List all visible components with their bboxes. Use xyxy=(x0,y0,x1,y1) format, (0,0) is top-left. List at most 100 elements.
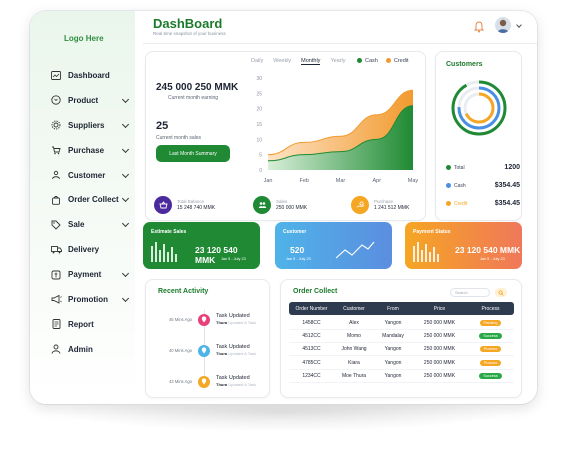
overview-card: 245 000 250 MMK Current month earning 25… xyxy=(145,51,426,221)
customers-title: Customers xyxy=(446,61,483,68)
total-label: Total xyxy=(454,164,465,171)
x-tick-label: Mar xyxy=(336,178,346,184)
megaphone-icon xyxy=(50,294,62,305)
chevron-down-icon[interactable] xyxy=(121,170,130,178)
column-header[interactable]: Process xyxy=(467,306,514,312)
payment-status-card[interactable]: Payment Status 23 120 540 MMK Jan 5 - Ju… xyxy=(405,222,522,269)
activity-item[interactable]: 40 Mins Ago Task Updated Thura Updated A T… xyxy=(154,344,256,357)
sidebar-item-admin[interactable]: Admin xyxy=(50,337,132,362)
tab-monthly[interactable]: Monthly xyxy=(301,58,321,65)
sidebar-nav: Dashboard Product Suppliers Purchase Custome… xyxy=(50,63,132,362)
sidebar-item-dashboard[interactable]: Dashboard xyxy=(50,63,132,88)
activity-detail: Thura Updated A Task xyxy=(216,320,256,326)
y-tick-label: 15 xyxy=(256,122,262,128)
sidebar-item-customer[interactable]: Customer xyxy=(50,163,132,188)
hand-coin-icon xyxy=(351,196,369,214)
bell-icon[interactable] xyxy=(473,20,485,38)
purchase-value: 1 241 512 MMK xyxy=(374,204,410,211)
table-row[interactable]: 1458CC Alex Yangon 250 000 MMK Pending xyxy=(289,317,514,330)
order-collect-card: Order Collect Search Order Number Custome… xyxy=(280,279,522,398)
status-badge[interactable]: Success xyxy=(479,372,502,379)
recent-activity-title: Recent Activity xyxy=(158,288,209,295)
tab-yearly[interactable]: Yearly xyxy=(330,58,345,65)
order-number: 4513CC xyxy=(302,346,321,353)
payment-status-dates: Jan 5 - July 23 xyxy=(480,257,505,261)
box-icon xyxy=(50,95,62,105)
sidebar-item-sale[interactable]: Sale xyxy=(50,212,132,237)
order-from: Yangon xyxy=(384,359,402,366)
activity-user: Thura xyxy=(216,351,228,356)
sidebar-item-label: Report xyxy=(68,319,94,329)
tab-weekly[interactable]: Weekly xyxy=(273,58,291,65)
bars-icon xyxy=(151,242,177,262)
search-button[interactable] xyxy=(495,288,507,297)
y-tick-label: 25 xyxy=(256,91,262,97)
column-header[interactable]: Order Number xyxy=(289,306,334,312)
order-collect-title: Order Collect xyxy=(293,288,338,295)
table-row[interactable]: 4512CC Momo Mandalay 250 000 MMK Success xyxy=(289,330,514,344)
column-header[interactable]: From xyxy=(374,306,412,312)
activity-time: 45 Mins Ago xyxy=(168,317,192,322)
earning-label: Current month earning xyxy=(168,95,219,101)
order-price: 250 000 MMK xyxy=(423,346,456,353)
topbar: DashBoard Real-time snapshot of your bus… xyxy=(143,11,537,44)
table-row[interactable]: 1234CC Moe Thura Yangon 250 000 MMK Success xyxy=(289,370,514,383)
chevron-down-icon[interactable] xyxy=(121,270,130,278)
chevron-down-icon[interactable] xyxy=(121,220,130,228)
search-input[interactable]: Search xyxy=(450,288,490,297)
chart-legend: Cash Credit xyxy=(357,58,409,64)
order-from: Yangon xyxy=(384,320,402,326)
y-tick-label: 5 xyxy=(259,153,262,159)
chevron-down-icon[interactable] xyxy=(121,195,130,203)
y-tick-label: 0 xyxy=(259,168,262,174)
activity-title: Task Updated xyxy=(216,344,250,350)
activity-user: Thura xyxy=(216,382,228,387)
sidebar-item-product[interactable]: Product xyxy=(50,88,132,113)
total-balance-value: 15 248 740 MMK xyxy=(177,204,216,211)
customer-name: John Wang xyxy=(341,346,367,353)
customer-card-value: 520 xyxy=(290,245,305,255)
sidebar-item-order-collect[interactable]: Order Collect xyxy=(50,187,132,212)
customer-card[interactable]: Customer 520 Jan 5 - July 23 xyxy=(275,222,392,269)
last-month-summary-button[interactable]: Last Month Summary xyxy=(156,145,230,162)
logo: Logo Here xyxy=(64,34,104,43)
gear-icon xyxy=(50,120,62,130)
sidebar-item-delivery[interactable]: Delivery xyxy=(50,237,132,262)
sidebar-item-payment[interactable]: Payment xyxy=(50,262,132,287)
activity-time: 43 Mins Ago xyxy=(168,379,192,384)
column-header[interactable]: Price xyxy=(412,306,467,312)
sidebar-item-report[interactable]: Report xyxy=(50,312,132,337)
status-badge[interactable]: Pending xyxy=(479,320,502,326)
activity-item[interactable]: 45 Mins Ago Task Updated Thura Updated A T… xyxy=(154,313,256,326)
sidebar-item-purchase[interactable]: Purchase xyxy=(50,138,132,163)
tab-daily[interactable]: Daily xyxy=(251,58,263,65)
order-from: Yangon xyxy=(384,372,402,379)
chevron-down-icon[interactable] xyxy=(516,22,522,28)
sales-mini: Sales 250 000 MMK xyxy=(253,196,307,214)
chevron-down-icon[interactable] xyxy=(121,120,130,128)
status-badge[interactable]: Success xyxy=(479,333,502,340)
wallet-icon xyxy=(50,270,62,280)
total-value: 1200 xyxy=(504,164,520,171)
order-from: Mandalay xyxy=(382,333,404,340)
legend-dot xyxy=(357,58,362,64)
sidebar-item-suppliers[interactable]: Suppliers xyxy=(50,113,132,138)
chevron-down-icon[interactable] xyxy=(121,294,130,303)
user-icon xyxy=(50,344,62,354)
avatar[interactable] xyxy=(495,17,511,33)
sidebar-item-label: Promotion xyxy=(68,294,108,304)
column-header[interactable]: Customer xyxy=(334,306,374,312)
chevron-down-icon[interactable] xyxy=(121,95,130,103)
customer-card-title: Customer xyxy=(283,229,307,235)
status-badge[interactable]: Process xyxy=(479,346,502,353)
table-row[interactable]: 4785CC Kiara Yangon 250 000 MMK Process xyxy=(289,357,514,370)
estimate-sales-card[interactable]: Estimate Sales 23 120 540 MMK Jan 5 - Ju… xyxy=(143,222,260,269)
order-price: 250 000 MMK xyxy=(423,333,456,340)
status-badge[interactable]: Process xyxy=(479,359,502,366)
table-row[interactable]: 4513CC John Wang Yangon 250 000 MMK Process xyxy=(289,343,514,357)
activity-item[interactable]: 43 Mins Ago Task Updated Thura Updated A T… xyxy=(154,375,256,388)
dashboard-icon xyxy=(50,70,62,80)
order-number: 4512CC xyxy=(302,333,321,340)
sidebar-item-promotion[interactable]: Promotion xyxy=(50,287,132,312)
chevron-down-icon[interactable] xyxy=(121,145,130,153)
